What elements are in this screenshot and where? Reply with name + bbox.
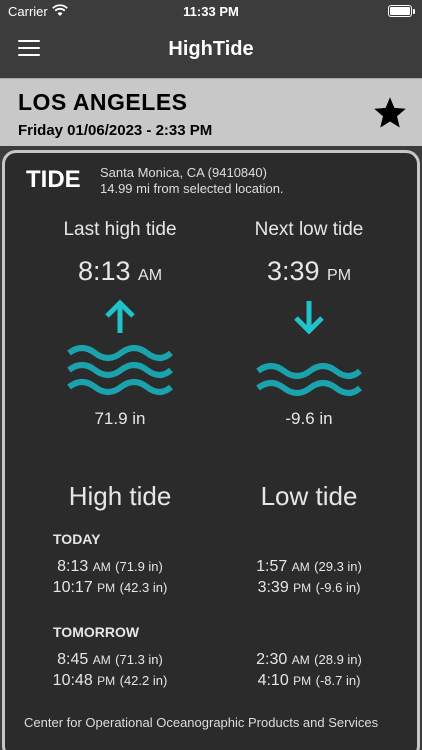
favorite-star-icon[interactable] <box>372 95 408 131</box>
app-title: HighTide <box>168 38 254 60</box>
status-bar: Carrier 11:33 PM <box>0 0 422 24</box>
tomorrow-label: TOMORROW <box>53 624 140 640</box>
next-low-tide-title: Next low tide <box>254 219 364 240</box>
station-distance: 14.99 mi from selected location. <box>100 181 284 196</box>
high-tide-waves-icon <box>67 345 173 395</box>
location-name: LOS ANGELES <box>18 89 188 115</box>
tomorrow-low-entry: 2:30 AM (28.9 in) <box>256 651 362 668</box>
high-tide-label: High tide <box>68 481 172 511</box>
location-datetime: Friday 01/06/2023 - 2:33 PM <box>18 122 213 139</box>
station-name: Santa Monica, CA (9410840) <box>100 165 267 180</box>
card-title: TIDE <box>26 166 81 193</box>
last-high-tide-height: 71.9 in <box>94 409 146 428</box>
low-tide-label: Low tide <box>260 481 358 511</box>
tomorrow-low-entry: 4:10 PM (-8.7 in) <box>257 672 361 689</box>
location-header: LOS ANGELES Friday 01/06/2023 - 2:33 PM <box>0 78 422 146</box>
tide-card: TIDE Santa Monica, CA (9410840) 14.99 mi… <box>2 150 420 750</box>
today-low-entry: 1:57 AM (29.3 in) <box>256 558 362 575</box>
today-high-entry: 8:13 AM (71.9 in) <box>57 558 163 575</box>
navigation-bar: HighTide <box>0 24 422 78</box>
last-high-tide-title: Last high tide <box>63 219 177 240</box>
clock: 11:33 PM <box>183 4 239 19</box>
up-arrow-icon <box>105 299 135 333</box>
station-info: Santa Monica, CA (9410840) 14.99 mi from… <box>100 165 284 197</box>
next-low-tide-height: -9.6 in <box>285 409 333 428</box>
low-tide-waves-icon <box>256 363 362 396</box>
tomorrow-high-entry: 10:48 PM (42.2 in) <box>52 672 168 689</box>
today-label: TODAY <box>53 531 101 547</box>
today-high-entry: 10:17 PM (42.3 in) <box>52 579 168 596</box>
next-low-tide-time: 3:39 PM <box>266 256 352 286</box>
today-low-entry: 3:39 PM (-9.6 in) <box>257 579 361 596</box>
tomorrow-high-entry: 8:45 AM (71.3 in) <box>57 651 163 668</box>
down-arrow-icon <box>294 301 324 335</box>
battery-icon <box>388 5 415 17</box>
data-source-footer: Center for Operational Oceanographic Pro… <box>24 715 379 730</box>
last-high-tide-time: 8:13 AM <box>77 256 163 286</box>
